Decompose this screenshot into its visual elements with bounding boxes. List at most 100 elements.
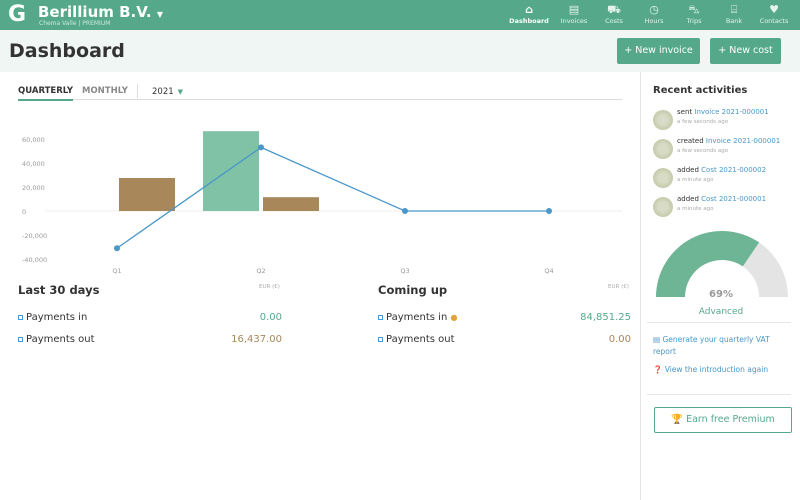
progress-percent: 69%: [709, 289, 733, 300]
divider: [647, 394, 791, 395]
earn-premium-button[interactable]: 🏆 Earn free Premium: [654, 407, 792, 433]
nav-hours[interactable]: ◷ Hours: [634, 3, 674, 25]
button-label: Earn free Premium: [686, 414, 775, 425]
activity-text: created Invoice 2021-000001: [677, 137, 780, 145]
y-tick-label: -20,000: [22, 232, 47, 240]
tab-quarterly[interactable]: QUARTERLY: [18, 86, 74, 101]
clock-icon: ◷: [649, 3, 659, 16]
last30-unit: EUR (€): [259, 284, 280, 290]
progress-level: Advanced: [698, 307, 744, 317]
gauge-fill: [656, 231, 760, 297]
last30-payments-out-value: 16,437.00: [231, 334, 282, 345]
nav-dashboard[interactable]: ⌂ Dashboard: [504, 3, 554, 25]
company-switcher[interactable]: Berillium B.V. ▼: [38, 3, 163, 21]
app-logo[interactable]: G: [8, 3, 32, 27]
y-tick-label: 0: [22, 208, 26, 216]
period-tabs: QUARTERLY MONTHLY 2021 ▼: [18, 84, 622, 101]
coming-payments-in-value: 84,851.25: [580, 312, 631, 323]
user-subtitle: Chema Valle | PREMIUM: [39, 20, 111, 27]
bar-q2: [263, 197, 319, 211]
row-label: Payments out: [386, 334, 455, 345]
coming-payments-in: Payments in ●: [378, 312, 457, 323]
page-title: Dashboard: [9, 40, 125, 62]
file-icon: ▤: [568, 3, 580, 16]
y-tick-label: 60,000: [22, 136, 45, 144]
activity-time: a minute ago: [677, 177, 714, 183]
sidebar: Recent activities sent Invoice 2021-0000…: [640, 72, 800, 500]
line-point: [402, 208, 408, 214]
nav-label: Contacts: [759, 17, 789, 25]
x-tick-label: Q4: [544, 267, 553, 275]
question-icon: ❓: [653, 365, 663, 374]
divider: [647, 322, 791, 323]
activity-item: added Cost 2021-000001 a minute ago: [653, 195, 798, 221]
activity-time: a few seconds ago: [677, 119, 729, 125]
nav-contacts[interactable]: ♥ Contacts: [754, 3, 794, 25]
quarterly-chart: 60,000 40,000 20,000 0 -20,000 -40,000 Q1 Q2 Q3 Q…: [22, 131, 622, 275]
tab-monthly[interactable]: MONTHLY: [82, 86, 128, 96]
activity-link[interactable]: Cost 2021-000001: [701, 195, 766, 203]
vat-report-link[interactable]: ▤ Generate your quarterly VAT report: [653, 334, 793, 358]
trophy-icon: 🏆: [671, 414, 684, 425]
avatar: [653, 139, 673, 159]
company-name: Berillium B.V.: [38, 3, 152, 21]
cart-icon: ⛟: [607, 3, 621, 16]
activity-link[interactable]: Invoice 2021-000001: [694, 108, 768, 116]
new-invoice-button[interactable]: + New invoice: [617, 38, 700, 64]
last30-title: Last 30 days: [18, 283, 100, 297]
row-label: Payments in: [26, 312, 88, 323]
line-point: [546, 208, 552, 214]
nav-label: Costs: [605, 17, 623, 25]
activity-time: a minute ago: [677, 206, 714, 212]
activity-text: sent Invoice 2021-000001: [677, 108, 769, 116]
avatar: [653, 197, 673, 217]
nav-label: Dashboard: [509, 17, 549, 25]
activity-verb: sent: [677, 108, 693, 116]
x-tick-label: Q2: [256, 267, 265, 275]
nav-label: Hours: [644, 17, 664, 25]
last30-payments-out: Payments out: [18, 334, 95, 345]
last30-payments-in: Payments in: [18, 312, 87, 323]
nav-costs[interactable]: ⛟ Costs: [594, 3, 634, 25]
new-cost-button[interactable]: + New cost: [710, 38, 781, 64]
chevron-down-icon: ▼: [156, 10, 163, 19]
nav-bank[interactable]: ⌸ Bank: [714, 3, 754, 25]
activity-item: sent Invoice 2021-000001 a few seconds ag…: [653, 108, 798, 134]
activity-verb: added: [677, 195, 699, 203]
info-icon[interactable]: ●: [450, 313, 457, 322]
row-label: Payments out: [26, 334, 95, 345]
nav-trips[interactable]: ⛍ Trips: [674, 3, 714, 25]
coming-payments-out-value: 0.00: [608, 334, 631, 345]
divider: [137, 84, 138, 98]
nav-invoices[interactable]: ▤ Invoices: [554, 3, 594, 25]
recent-activities-title: Recent activities: [653, 85, 748, 96]
activity-text: added Cost 2021-000001: [677, 195, 766, 203]
avatar: [653, 168, 673, 188]
coming-title: Coming up: [378, 283, 448, 297]
activity-link[interactable]: Invoice 2021-000001: [706, 137, 780, 145]
activity-verb: created: [677, 137, 704, 145]
link-text: Generate your quarterly VAT report: [653, 335, 770, 356]
coming-unit: EUR (€): [608, 284, 629, 290]
bank-icon: ⌸: [730, 3, 738, 16]
avatar: [653, 110, 673, 130]
line-point: [258, 144, 264, 151]
home-icon: ⌂: [525, 3, 533, 16]
activity-time: a few seconds ago: [677, 148, 729, 154]
coming-payments-out: Payments out: [378, 334, 455, 345]
page-header: Dashboard + New invoice + New cost: [0, 30, 800, 72]
activity-verb: added: [677, 166, 699, 174]
activity-text: added Cost 2021-000002: [677, 166, 766, 174]
activity-link[interactable]: Cost 2021-000002: [701, 166, 766, 174]
square-icon: [378, 336, 383, 342]
nav-label: Invoices: [560, 17, 588, 25]
line-series: [116, 146, 549, 249]
heart-icon: ♥: [769, 3, 779, 16]
line-point: [114, 245, 120, 252]
year-select[interactable]: 2021 ▼: [152, 87, 183, 97]
link-text: View the introduction again: [664, 365, 769, 374]
activity-item: created Invoice 2021-000001 a few seconds…: [653, 137, 798, 163]
last30-payments-in-value: 0.00: [259, 312, 282, 323]
y-tick-label: 20,000: [22, 184, 45, 192]
intro-link[interactable]: ❓ View the introduction again: [653, 364, 793, 376]
